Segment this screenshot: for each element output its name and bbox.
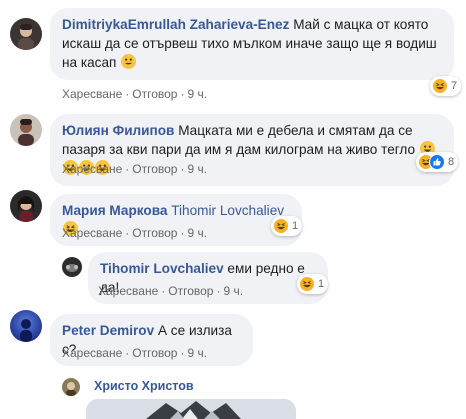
avatar[interactable] [62,257,82,277]
reply-link[interactable]: Отговор [168,284,213,298]
mention-link[interactable]: Tihomir Lovchaliev [171,203,284,218]
like-reaction-icon [429,154,445,170]
reaction-summary[interactable]: 1 [271,216,303,236]
reaction-summary[interactable]: 7 [430,76,462,96]
comment-author[interactable]: DimitriykaEmrullah Zaharieva-Enez [62,17,289,32]
reaction-count: 1 [318,278,325,290]
reaction-summary[interactable]: 1 [297,274,329,294]
reply-link[interactable]: Отговор [132,346,177,360]
comment-bubble: DimitriykaEmrullah Zaharieva-Enez Май с … [50,8,454,80]
timestamp[interactable]: 9 ч. [187,346,207,360]
like-link[interactable]: Харесване [62,346,122,360]
reply-link[interactable]: Отговор [132,162,177,176]
comment-actions: Харесване · Отговор · 9 ч. [62,87,208,101]
avatar[interactable] [10,114,42,146]
timestamp[interactable]: 9 ч. [223,284,243,298]
avatar[interactable] [10,18,42,50]
reaction-count: 7 [451,80,458,92]
comment-author[interactable]: Peter Demirov [62,323,154,338]
comment-author[interactable]: Христо Христов [94,379,194,393]
haha-reaction-icon [299,276,315,292]
reaction-summary[interactable]: 8 [416,152,459,172]
reaction-count: 8 [448,156,455,168]
avatar[interactable] [62,378,80,396]
comment-actions: Харесване · Отговор · 9 ч. [62,346,208,360]
comment-author[interactable]: Юлиян Филипов [62,123,174,138]
reply-link[interactable]: Отговор [132,87,177,101]
like-link[interactable]: Харесване [62,226,122,240]
timestamp[interactable]: 9 ч. [187,226,207,240]
like-link[interactable]: Харесване [62,87,122,101]
comment-actions: Харесване · Отговор · 9 ч. [62,226,208,240]
comment-actions: Харесване · Отговор · 9 ч. [98,284,244,298]
comment-author[interactable]: Мария Маркова [62,203,167,218]
reaction-count: 1 [292,220,299,232]
timestamp[interactable]: 9 ч. [187,87,207,101]
avatar[interactable] [10,310,42,342]
comment-author[interactable]: Tihomir Lovchaliev [100,261,224,276]
haha-reaction-icon [273,218,289,234]
like-link[interactable]: Харесване [62,162,122,176]
like-link[interactable]: Харесване [98,284,158,298]
avatar[interactable] [10,190,42,222]
reply-image[interactable] [86,399,296,419]
grinning-emoji-icon [121,54,137,69]
comment-actions: Харесване · Отговор · 9 ч. [62,162,208,176]
reply-link[interactable]: Отговор [132,226,177,240]
timestamp[interactable]: 9 ч. [187,162,207,176]
haha-reaction-icon [432,78,448,94]
